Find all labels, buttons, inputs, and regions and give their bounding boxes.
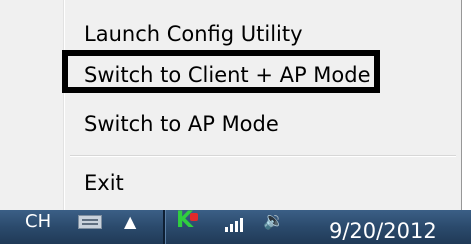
signal-bar: [235, 221, 238, 232]
language-indicator[interactable]: CH: [25, 212, 51, 232]
tray-context-menu: Launch Config Utility Switch to Client +…: [0, 0, 462, 218]
taskbar: CH ▲ K 🔉 9/20/2012: [0, 208, 471, 244]
menu-item-exit[interactable]: Exit: [84, 169, 124, 197]
wifi-utility-tray-icon[interactable]: K: [172, 208, 202, 234]
menu-item-launch-config-utility[interactable]: Launch Config Utility: [84, 20, 303, 48]
volume-icon[interactable]: 🔉: [263, 210, 284, 232]
menu-icon-gutter: [63, 0, 65, 218]
signal-bar: [230, 224, 233, 232]
highlight-box: [62, 50, 380, 93]
signal-bar: [225, 227, 228, 232]
screen: Launch Config Utility Switch to Client +…: [0, 0, 471, 244]
taskbar-divider: [163, 210, 166, 244]
menu-separator: [70, 155, 456, 157]
show-hidden-icons-arrow-icon[interactable]: ▲: [124, 210, 136, 234]
clock-date[interactable]: 9/20/2012: [329, 218, 437, 244]
signal-bar: [240, 218, 243, 232]
status-dot-icon: [190, 213, 198, 221]
menu-item-switch-ap-mode[interactable]: Switch to AP Mode: [84, 110, 279, 138]
keyboard-icon[interactable]: [78, 215, 102, 229]
network-signal-icon[interactable]: [223, 214, 249, 232]
k-glyph-icon: K: [176, 208, 194, 233]
